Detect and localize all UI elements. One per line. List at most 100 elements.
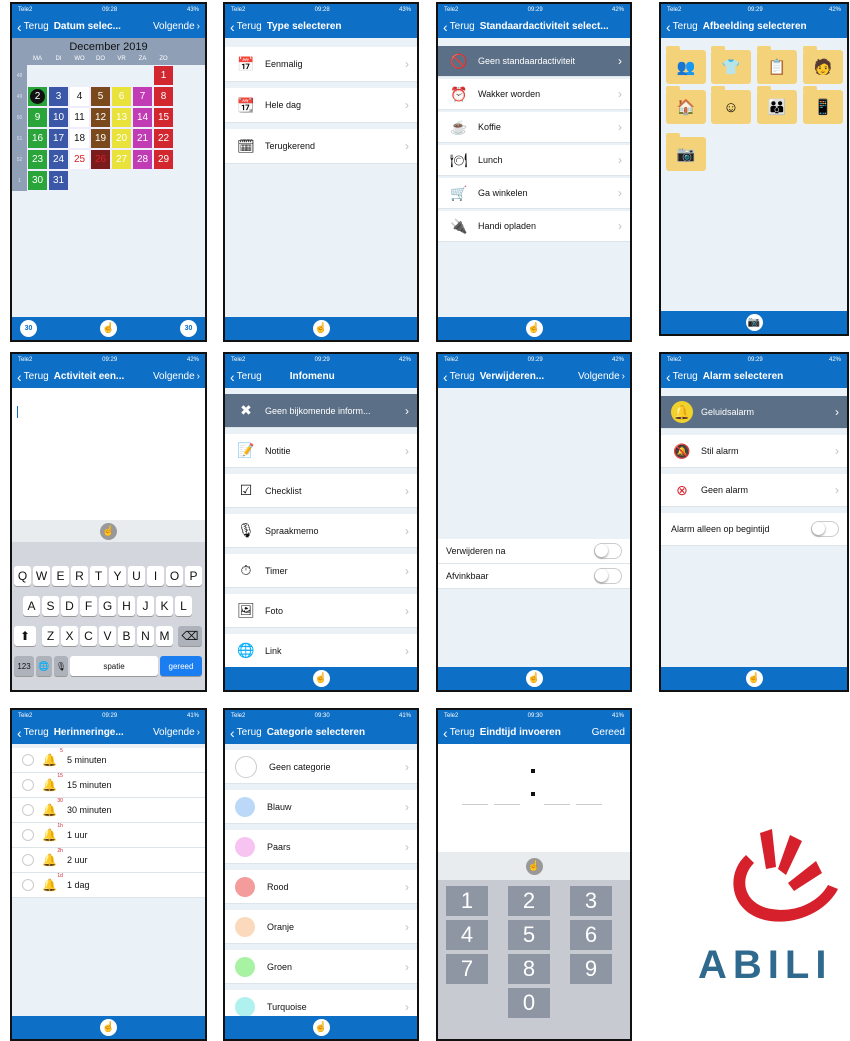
key-s[interactable]: S: [42, 596, 59, 616]
checkable-toggle[interactable]: [594, 568, 622, 584]
category-item[interactable]: Paars ›: [225, 830, 417, 864]
back-button[interactable]: ‹ Terug: [666, 20, 698, 34]
category-item[interactable]: Geen categorie ›: [225, 750, 417, 784]
backspace-key-icon[interactable]: ⌫: [178, 626, 202, 646]
delete-after-toggle[interactable]: [594, 543, 622, 559]
calendar-day[interactable]: 10: [48, 107, 69, 128]
reminder-item[interactable]: 🔔 30 30 minuten: [12, 798, 205, 823]
back-button[interactable]: ‹ Terug: [443, 370, 475, 384]
category-item[interactable]: Rood ›: [225, 870, 417, 904]
key-m[interactable]: M: [156, 626, 173, 646]
calendar-day[interactable]: 26: [90, 149, 111, 170]
done-key[interactable]: gereed: [160, 656, 202, 676]
key-e[interactable]: E: [52, 566, 69, 586]
camera-button-icon[interactable]: 📷: [745, 314, 763, 331]
list-item-terugkerend[interactable]: 🗓 Terugkerend ›: [225, 129, 417, 164]
back-button[interactable]: ‹ Terug: [230, 20, 262, 34]
calendar-day[interactable]: 6: [111, 86, 132, 107]
back-button[interactable]: ‹ Terug: [666, 370, 698, 384]
numpad-key-0[interactable]: 0: [508, 988, 550, 1018]
numpad-key-9[interactable]: 9: [570, 954, 612, 984]
calendar-day[interactable]: 12: [90, 107, 111, 128]
list-item-eenmalig[interactable]: 📅 Eenmalig ›: [225, 47, 417, 82]
list-item-geluidsalarm[interactable]: 🔔 Geluidsalarm ›: [661, 396, 847, 429]
calendar-day[interactable]: 23: [27, 149, 48, 170]
key-y[interactable]: Y: [109, 566, 126, 586]
space-key[interactable]: spatie: [70, 656, 158, 676]
radio-button[interactable]: [22, 879, 34, 891]
calendar-day[interactable]: 27: [111, 149, 132, 170]
help-icon[interactable]: ☝: [312, 1019, 330, 1036]
key-k[interactable]: K: [156, 596, 173, 616]
next-button[interactable]: Volgende ›: [153, 21, 200, 32]
key-g[interactable]: G: [99, 596, 116, 616]
category-item[interactable]: Groen ›: [225, 950, 417, 984]
list-item-timer[interactable]: ⏱ Timer ›: [225, 554, 417, 588]
key-q[interactable]: Q: [14, 566, 31, 586]
key-j[interactable]: J: [137, 596, 154, 616]
calendar-day[interactable]: 5: [90, 86, 111, 107]
numpad-key-8[interactable]: 8: [508, 954, 550, 984]
calendar-day[interactable]: 1: [153, 65, 174, 86]
prev-month-button[interactable]: 30: [20, 320, 37, 337]
calendar-day[interactable]: 31: [48, 170, 69, 191]
help-icon[interactable]: ☝: [525, 670, 543, 687]
calendar-day[interactable]: 14: [132, 107, 153, 128]
time-display[interactable]: [438, 744, 630, 852]
calendar-day[interactable]: 9: [27, 107, 48, 128]
folder-camera-icon[interactable]: 📷: [666, 133, 706, 171]
help-icon[interactable]: ☝: [745, 670, 763, 687]
key-o[interactable]: O: [166, 566, 183, 586]
radio-button[interactable]: [22, 804, 34, 816]
numbers-key[interactable]: 123: [14, 656, 34, 676]
reminder-item[interactable]: 🔔 1h 1 uur: [12, 823, 205, 848]
numpad-key-2[interactable]: 2: [508, 886, 550, 916]
next-month-button[interactable]: 30: [180, 320, 197, 337]
folder-smiley-icon[interactable]: ☺: [711, 86, 751, 124]
list-item-opladen[interactable]: 🔌 Handi opladen ›: [438, 211, 630, 242]
list-item-koffie[interactable]: ☕ Koffie ›: [438, 112, 630, 143]
list-item-stil-alarm[interactable]: 🔕 Stil alarm ›: [661, 435, 847, 468]
key-i[interactable]: I: [147, 566, 164, 586]
key-a[interactable]: A: [23, 596, 40, 616]
numpad-key-1[interactable]: 1: [446, 886, 488, 916]
key-p[interactable]: P: [185, 566, 202, 586]
key-f[interactable]: F: [80, 596, 97, 616]
help-icon[interactable]: ☝: [525, 857, 543, 875]
numpad-key-7[interactable]: 7: [446, 954, 488, 984]
reminder-item[interactable]: 🔔 15 15 minuten: [12, 773, 205, 798]
key-v[interactable]: V: [99, 626, 116, 646]
folder-group-icon[interactable]: 👪: [757, 86, 797, 124]
globe-key-icon[interactable]: 🌐: [36, 656, 52, 676]
category-item[interactable]: Oranje ›: [225, 910, 417, 944]
key-u[interactable]: U: [128, 566, 145, 586]
list-item-foto[interactable]: 🖼 Foto ›: [225, 594, 417, 628]
back-button[interactable]: ‹ Terug: [17, 20, 49, 34]
radio-button[interactable]: [22, 829, 34, 841]
key-z[interactable]: Z: [42, 626, 59, 646]
reminder-item[interactable]: 🔔 5 5 minuten: [12, 748, 205, 773]
radio-button[interactable]: [22, 779, 34, 791]
folder-clothes-icon[interactable]: 👕: [711, 46, 751, 84]
key-t[interactable]: T: [90, 566, 107, 586]
list-item-winkelen[interactable]: 🛒 Ga winkelen ›: [438, 178, 630, 209]
help-icon[interactable]: ☝: [100, 320, 117, 337]
back-button[interactable]: ‹ Terug: [17, 726, 49, 740]
calendar-day[interactable]: 20: [111, 128, 132, 149]
list-item-geen-alarm[interactable]: ⊗ Geen alarm ›: [661, 474, 847, 507]
text-input[interactable]: [12, 388, 205, 520]
calendar-day[interactable]: 15: [153, 107, 174, 128]
folder-devices-icon[interactable]: 📱: [803, 86, 843, 124]
calendar-day[interactable]: 11: [69, 107, 90, 128]
folder-teacher-icon[interactable]: 🧑: [803, 46, 843, 84]
back-button[interactable]: ‹ Terug: [230, 370, 262, 384]
radio-button[interactable]: [22, 754, 34, 766]
calendar-day[interactable]: 30: [27, 170, 48, 191]
calendar-day[interactable]: 13: [111, 107, 132, 128]
calendar-day[interactable]: 19: [90, 128, 111, 149]
calendar-day[interactable]: 3: [48, 86, 69, 107]
numpad-key-3[interactable]: 3: [570, 886, 612, 916]
numpad-key-5[interactable]: 5: [508, 920, 550, 950]
key-r[interactable]: R: [71, 566, 88, 586]
calendar-day[interactable]: 2: [27, 86, 48, 107]
